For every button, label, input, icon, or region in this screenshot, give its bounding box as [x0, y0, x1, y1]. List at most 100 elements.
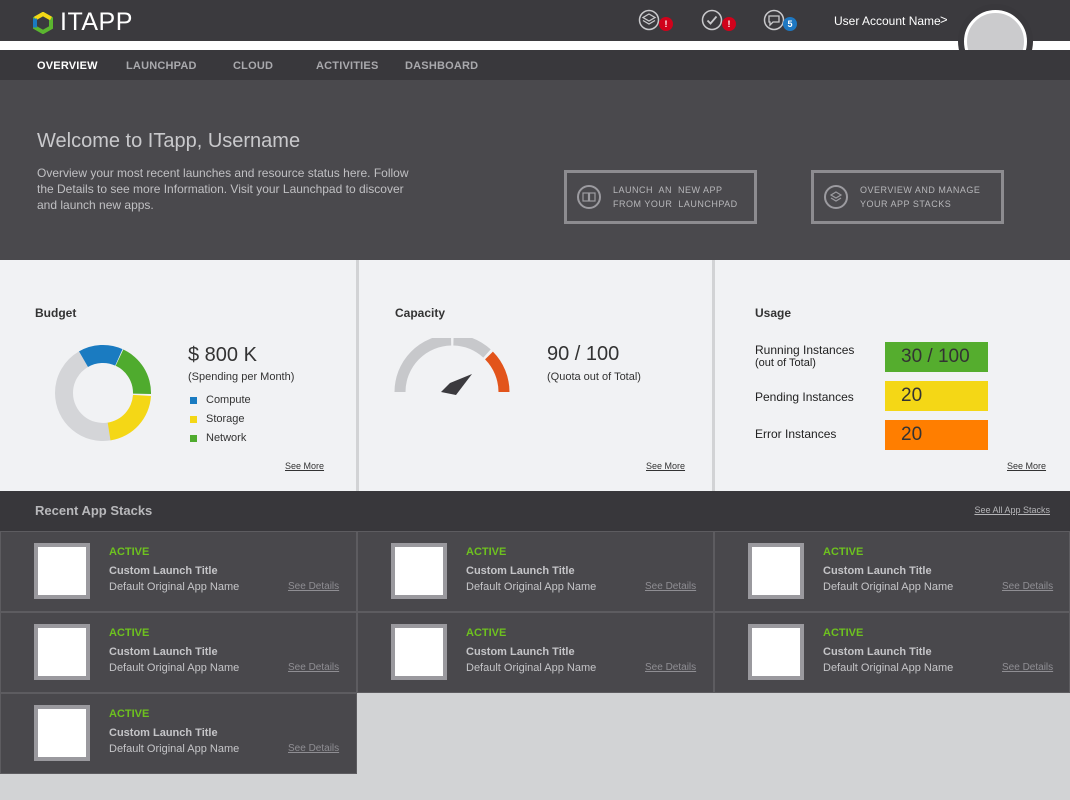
- app-stack-app-name: Default Original App Name: [109, 581, 240, 593]
- capacity-card: Capacity 90 / 100 (Quota out of Total) S…: [359, 260, 712, 491]
- capacity-value: 90 / 100: [547, 343, 620, 365]
- chat-bubble-icon: [763, 9, 785, 31]
- legend-swatch: [190, 396, 197, 404]
- donut-segment-remainder: [54, 393, 112, 442]
- donut-segment-storage: [107, 394, 151, 441]
- status-badge: ACTIVE: [823, 546, 864, 558]
- legend-swatch: [190, 415, 197, 423]
- manage-button-line1: OVERVIEW AND MANAGE: [860, 185, 981, 195]
- budget-value: $ 800 K: [188, 344, 257, 366]
- usage-value-error: 20: [885, 420, 988, 450]
- usage-value-running: 30 / 100: [885, 342, 988, 372]
- app-stack-card[interactable]: ACTIVE Custom Launch Title Default Origi…: [0, 612, 357, 693]
- manage-app-stacks-button[interactable]: OVERVIEW AND MANAGE YOUR APP STACKS: [811, 170, 1004, 224]
- app-stack-thumbnail: [748, 543, 804, 599]
- welcome-description: Overview your most recent launches and r…: [37, 166, 409, 212]
- page-title: Welcome to ITapp, Username: [37, 130, 301, 152]
- layers-icon: [824, 185, 848, 209]
- gauge-arc-critical: [484, 351, 510, 393]
- app-logo[interactable]: ITAPP: [32, 8, 133, 37]
- recent-stacks-title: Recent App Stacks: [35, 503, 153, 518]
- notification-badge: !: [722, 17, 736, 31]
- status-badge: ACTIVE: [109, 708, 150, 720]
- usage-label-error: Error Instances: [755, 427, 837, 441]
- see-details-link[interactable]: See Details: [645, 581, 696, 592]
- welcome-banner: Welcome to ITapp, Username Overview your…: [0, 80, 1070, 260]
- app-stack-card[interactable]: ACTIVE Custom Launch Title Default Origi…: [0, 693, 357, 774]
- tab-cloud[interactable]: CLOUD: [233, 60, 273, 72]
- recent-stacks-header: Recent App Stacks See All App Stacks: [0, 491, 1070, 531]
- hexagon-logo-icon: [33, 11, 53, 34]
- tab-overview[interactable]: OVERVIEW: [37, 60, 98, 72]
- launch-button-line1: LAUNCH AN NEW APP: [613, 185, 723, 195]
- manage-button-line2: YOUR APP STACKS: [860, 199, 952, 209]
- legend-swatch: [190, 434, 197, 442]
- launch-new-app-button[interactable]: LAUNCH AN NEW APP FROM YOUR LAUNCHPAD: [564, 170, 757, 224]
- app-stack-thumbnail: [34, 543, 90, 599]
- app-stack-card[interactable]: ACTIVE Custom Launch Title Default Origi…: [357, 612, 714, 693]
- see-details-link[interactable]: See Details: [1002, 662, 1053, 673]
- messages-notification-button[interactable]: [763, 9, 785, 31]
- notification-badge: 5: [783, 17, 797, 31]
- app-logo-text: ITAPP: [60, 8, 133, 36]
- see-details-link[interactable]: See Details: [645, 662, 696, 673]
- tab-activities[interactable]: ACTIVITIES: [316, 60, 379, 72]
- app-stack-card[interactable]: ACTIVE Custom Launch Title Default Origi…: [0, 531, 357, 612]
- app-stack-thumbnail: [34, 705, 90, 761]
- status-badge: ACTIVE: [823, 627, 864, 639]
- chevron-right-icon[interactable]: >: [940, 12, 948, 27]
- app-stack-card[interactable]: ACTIVE Custom Launch Title Default Origi…: [714, 531, 1070, 612]
- app-stack-thumbnail: [34, 624, 90, 680]
- app-stack-app-name: Default Original App Name: [466, 581, 597, 593]
- capacity-gauge: [394, 338, 510, 395]
- app-stack-thumbnail: [748, 624, 804, 680]
- see-details-link[interactable]: See Details: [1002, 581, 1053, 592]
- usage-label-line: (out of Total): [755, 357, 816, 369]
- app-stack-app-name: Default Original App Name: [109, 662, 240, 674]
- gauge-arc-used: [394, 338, 452, 393]
- legend-item-storage: Storage: [190, 413, 245, 425]
- tab-dashboard[interactable]: DASHBOARD: [405, 60, 478, 72]
- budget-see-more-link[interactable]: See More: [285, 461, 324, 471]
- header-divider: [0, 41, 1070, 50]
- see-details-link[interactable]: See Details: [288, 581, 339, 592]
- app-stack-title: Custom Launch Title: [109, 646, 218, 658]
- user-account-name[interactable]: User Account Name: [834, 14, 941, 28]
- notification-badge: !: [659, 17, 673, 31]
- app-stack-thumbnail: [391, 543, 447, 599]
- app-stack-card[interactable]: ACTIVE Custom Launch Title Default Origi…: [714, 612, 1070, 693]
- gauge-needle: [441, 374, 472, 395]
- app-stack-title: Custom Launch Title: [823, 646, 932, 658]
- stacks-notification-button[interactable]: [638, 9, 660, 31]
- legend-label: Compute: [206, 394, 251, 406]
- legend-item-compute: Compute: [190, 394, 251, 406]
- see-details-link[interactable]: See Details: [288, 743, 339, 754]
- capacity-see-more-link[interactable]: See More: [646, 461, 685, 471]
- top-bar: ITAPP ! ! 5 User Account Name >: [0, 0, 1070, 41]
- app-stack-title: Custom Launch Title: [109, 727, 218, 739]
- see-details-link[interactable]: See Details: [288, 662, 339, 673]
- app-stack-app-name: Default Original App Name: [823, 581, 954, 593]
- tab-launchpad[interactable]: LAUNCHPAD: [126, 60, 197, 72]
- donut-segment-network: [115, 349, 152, 394]
- status-badge: ACTIVE: [109, 546, 150, 558]
- app-stack-title: Custom Launch Title: [466, 646, 575, 658]
- app-stack-app-name: Default Original App Name: [109, 743, 240, 755]
- usage-card: Usage Running Instances (out of Total) 3…: [715, 260, 1070, 491]
- app-stack-title: Custom Launch Title: [823, 565, 932, 577]
- budget-title: Budget: [35, 306, 77, 320]
- usage-see-more-link[interactable]: See More: [1007, 461, 1046, 471]
- check-circle-icon: [701, 9, 723, 31]
- app-stack-title: Custom Launch Title: [466, 565, 575, 577]
- usage-label-pending: Pending Instances: [755, 390, 854, 404]
- usage-label-line: Running Instances: [755, 343, 855, 357]
- app-stack-card[interactable]: ACTIVE Custom Launch Title Default Origi…: [357, 531, 714, 612]
- legend-label: Storage: [206, 413, 245, 425]
- tasks-notification-button[interactable]: [701, 9, 723, 31]
- capacity-title: Capacity: [395, 306, 446, 320]
- gauge-arc-used: [453, 338, 491, 358]
- see-all-app-stacks-link[interactable]: See All App Stacks: [974, 505, 1050, 515]
- launch-button-line2: FROM YOUR LAUNCHPAD: [613, 199, 738, 209]
- app-stack-app-name: Default Original App Name: [466, 662, 597, 674]
- app-stack-thumbnail: [391, 624, 447, 680]
